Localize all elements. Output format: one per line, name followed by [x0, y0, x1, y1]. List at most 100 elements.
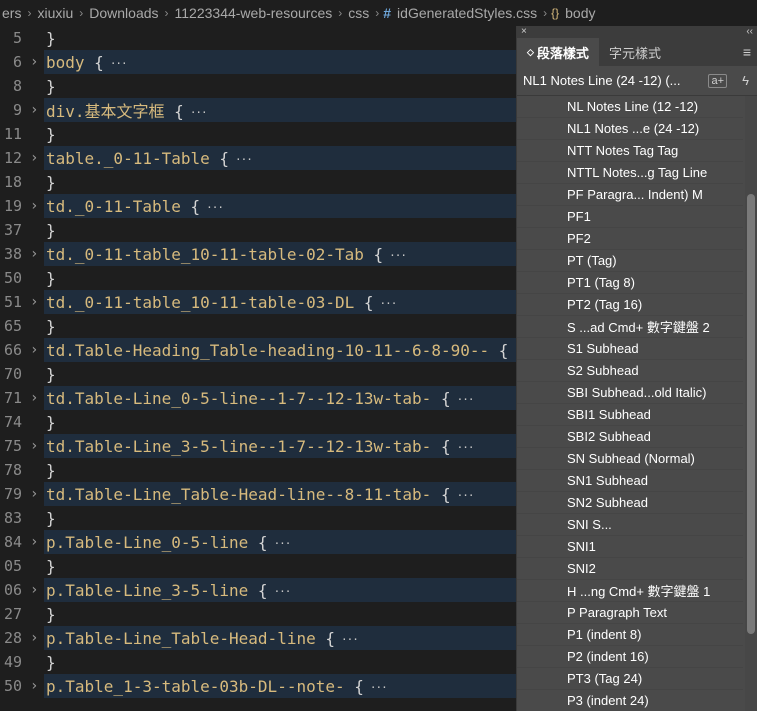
style-list-item[interactable]: PT (Tag) [517, 250, 743, 272]
folded-ellipsis[interactable]: ··· [190, 106, 208, 119]
breadcrumb-symbol[interactable]: body [563, 5, 597, 21]
style-list-item[interactable]: NL1 Notes ...e (24 -12) [517, 118, 743, 140]
fold-chevron-icon[interactable]: › [30, 102, 42, 118]
fold-chevron-icon[interactable]: › [30, 534, 42, 550]
style-list-item[interactable]: PT3 (Tag 24) [517, 668, 743, 690]
breadcrumb-segment[interactable]: 11223344-web-resources [173, 5, 335, 21]
folded-ellipsis[interactable]: ··· [370, 681, 388, 694]
code-line[interactable]: 38 › td._0-11-table_10-11-table-02-Tab {··… [0, 242, 516, 266]
code-line[interactable]: 84 › p.Table-Line_0-5-line {··· [0, 530, 516, 554]
code-line[interactable]: 78} [0, 458, 516, 482]
code-line[interactable]: 71 › td.Table-Line_0-5-line--1-7--12-13w-t… [0, 386, 516, 410]
code-line[interactable]: 83} [0, 506, 516, 530]
code-line[interactable]: 75 › td.Table-Line_3-5-line--1-7--12-13w-t… [0, 434, 516, 458]
style-list-item[interactable]: SNI2 [517, 558, 743, 580]
style-list-item[interactable]: S2 Subhead [517, 360, 743, 382]
fold-chevron-icon[interactable]: › [30, 150, 42, 166]
style-list-item[interactable]: NL Notes Line (12 -12) [517, 96, 743, 118]
code-line[interactable]: 74} [0, 410, 516, 434]
code-line[interactable]: 65} [0, 314, 516, 338]
line-number: 12 [3, 149, 22, 167]
code-line[interactable]: 11} [0, 122, 516, 146]
style-list-item[interactable]: P Paragraph Text [517, 602, 743, 624]
code-line[interactable]: 5} [0, 26, 516, 50]
style-list-item[interactable]: NTTL Notes...g Tag Line [517, 162, 743, 184]
style-list-item[interactable]: SNI1 [517, 536, 743, 558]
code-line[interactable]: 70} [0, 362, 516, 386]
tab-character-styles[interactable]: 字元樣式 [599, 38, 671, 66]
style-list-item[interactable]: H ...ng Cmd+ 數字鍵盤 1 [517, 580, 743, 602]
fold-chevron-icon[interactable]: › [30, 246, 42, 262]
fold-chevron-icon[interactable]: › [30, 390, 42, 406]
folded-ellipsis[interactable]: ··· [457, 489, 475, 502]
code-line[interactable]: 51 › td._0-11-table_10-11-table-03-DL {··· [0, 290, 516, 314]
breadcrumb-segment[interactable]: Downloads [87, 5, 160, 21]
style-list-item[interactable]: PF1 [517, 206, 743, 228]
code-line[interactable]: 05} [0, 554, 516, 578]
collapse-icon[interactable]: ‹‹ [746, 26, 753, 37]
style-list-item[interactable]: S ...ad Cmd+ 數字鍵盤 2 [517, 316, 743, 338]
folded-ellipsis[interactable]: ··· [274, 537, 292, 550]
style-list-item[interactable]: PT1 (Tag 8) [517, 272, 743, 294]
breadcrumb-segment[interactable]: css [346, 5, 371, 21]
style-list-item[interactable]: PF Paragra... Indent) M [517, 184, 743, 206]
style-list-item[interactable]: P2 (indent 16) [517, 646, 743, 668]
folded-ellipsis[interactable]: ··· [110, 57, 128, 70]
folded-ellipsis[interactable]: ··· [341, 633, 359, 646]
code-line[interactable]: 18} [0, 170, 516, 194]
style-list-item[interactable]: S1 Subhead [517, 338, 743, 360]
style-list-item[interactable]: SNI S... [517, 514, 743, 536]
code-line[interactable]: 50 › p.Table_1-3-table-03b-DL--note- {··· [0, 674, 516, 698]
code-line[interactable]: 28 › p.Table-Line_Table-Head-line {··· [0, 626, 516, 650]
code-line[interactable]: 50} [0, 266, 516, 290]
fold-chevron-icon[interactable]: › [30, 342, 42, 358]
code-line[interactable]: 9 › div.基本文字框 {··· [0, 98, 516, 122]
fold-chevron-icon[interactable]: › [30, 294, 42, 310]
style-list-item[interactable]: NTT Notes Tag Tag [517, 140, 743, 162]
fold-chevron-icon[interactable]: › [30, 198, 42, 214]
style-list-item[interactable]: SBI Subhead...old Italic) [517, 382, 743, 404]
fold-chevron-icon[interactable]: › [30, 678, 42, 694]
panel-menu-icon[interactable]: ≡ [743, 44, 751, 60]
code-line[interactable]: 12 › table._0-11-Table {··· [0, 146, 516, 170]
code-line[interactable]: 19 › td._0-11-Table {··· [0, 194, 516, 218]
code-line[interactable]: 79 › td.Table-Line_Table-Head-line--8-11-t… [0, 482, 516, 506]
close-icon[interactable]: × [521, 26, 527, 37]
fold-chevron-icon[interactable]: › [30, 438, 42, 454]
code-line[interactable]: 06 › p.Table-Line_3-5-line {··· [0, 578, 516, 602]
style-list-item[interactable]: PF2 [517, 228, 743, 250]
style-list-item[interactable]: SBI1 Subhead [517, 404, 743, 426]
code-line[interactable]: 49} [0, 650, 516, 674]
folded-ellipsis[interactable]: ··· [206, 201, 224, 214]
new-style-button[interactable]: a+ [708, 73, 727, 88]
fold-chevron-icon[interactable]: › [30, 630, 42, 646]
style-list-item[interactable]: SN1 Subhead [517, 470, 743, 492]
fold-chevron-icon[interactable]: › [30, 582, 42, 598]
style-list-item[interactable]: SBI2 Subhead [517, 426, 743, 448]
quick-apply-icon[interactable]: ϟ [742, 73, 749, 88]
style-list-item[interactable]: PT2 (Tag 16) [517, 294, 743, 316]
code-line[interactable]: 27} [0, 602, 516, 626]
code-editor[interactable]: 5} 6 › body {··· 8} 9 › div.基本文字框 {··· 11} 12 › tab… [0, 26, 516, 711]
style-list-item[interactable]: SN Subhead (Normal) [517, 448, 743, 470]
folded-ellipsis[interactable]: ··· [457, 393, 475, 406]
breadcrumb-file[interactable]: idGeneratedStyles.css [395, 5, 539, 21]
folded-ellipsis[interactable]: ··· [274, 585, 292, 598]
breadcrumb-segment[interactable]: xiuxiu [35, 5, 75, 21]
style-list-item[interactable]: P3 (indent 24) [517, 690, 743, 711]
tab-paragraph-styles[interactable]: ◇ 段落樣式 [517, 38, 599, 66]
scrollbar-thumb[interactable] [747, 194, 755, 634]
code-line[interactable]: 8} [0, 74, 516, 98]
fold-chevron-icon[interactable]: › [30, 486, 42, 502]
folded-ellipsis[interactable]: ··· [389, 249, 407, 262]
style-list-item[interactable]: P1 (indent 8) [517, 624, 743, 646]
folded-ellipsis[interactable]: ··· [235, 153, 253, 166]
folded-ellipsis[interactable]: ··· [457, 441, 475, 454]
fold-chevron-icon[interactable]: › [30, 54, 42, 70]
style-list-item[interactable]: SN2 Subhead [517, 492, 743, 514]
code-line[interactable]: 37} [0, 218, 516, 242]
code-line[interactable]: 66 › td.Table-Heading_Table-heading-10-11-… [0, 338, 516, 362]
folded-ellipsis[interactable]: ··· [380, 297, 398, 310]
breadcrumb-segment[interactable]: ers [0, 5, 23, 21]
code-line[interactable]: 6 › body {··· [0, 50, 516, 74]
